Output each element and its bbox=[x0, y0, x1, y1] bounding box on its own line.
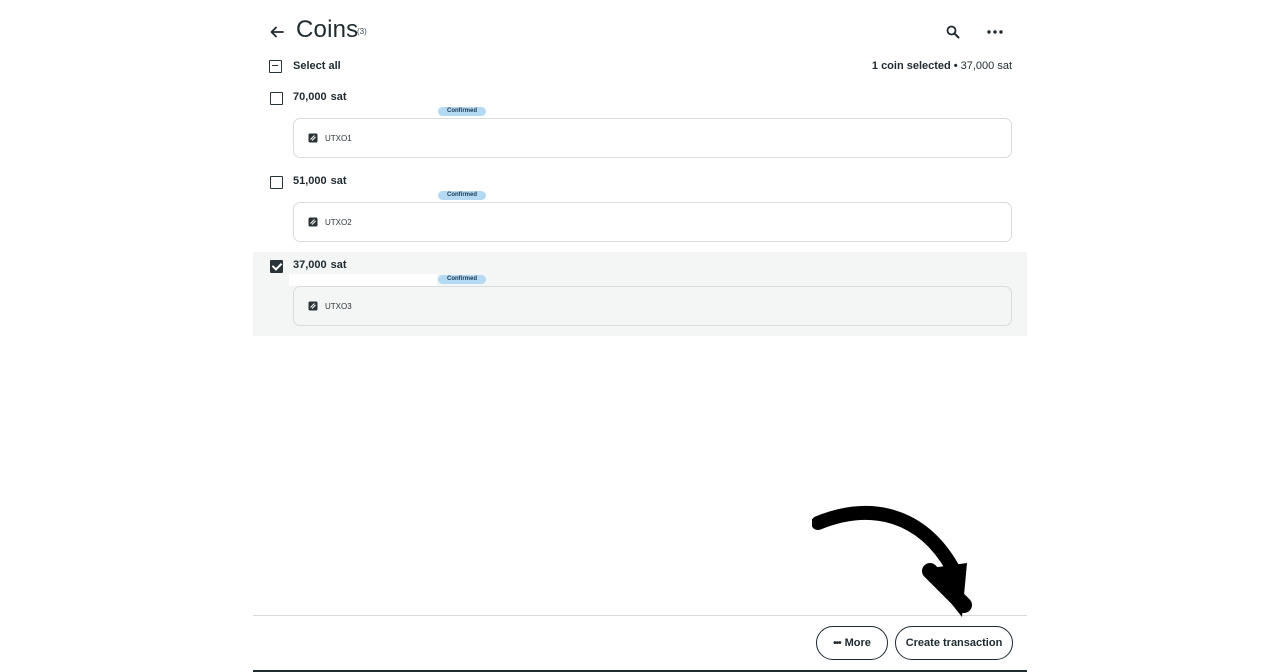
create-transaction-button[interactable]: Create transaction bbox=[895, 626, 1013, 660]
coin-row[interactable]: 51,000 sat Confirmed UTXO2 bbox=[253, 168, 1027, 252]
coin-label: UTXO1 bbox=[325, 133, 352, 143]
amount-unit: sat bbox=[330, 175, 347, 187]
coin-row[interactable]: 70,000 sat Confirmed UTXO1 bbox=[253, 84, 1027, 168]
select-all-checkbox[interactable] bbox=[269, 59, 282, 73]
status-badge: Confirmed bbox=[438, 275, 486, 284]
selected-count: 1 coin selected bbox=[871, 60, 951, 72]
summary-separator: • bbox=[953, 60, 958, 72]
coin-checkbox[interactable] bbox=[270, 260, 283, 273]
back-button[interactable] bbox=[267, 22, 287, 42]
coin-checkbox[interactable] bbox=[270, 92, 283, 105]
coin-amount: 70,000 sat bbox=[293, 91, 347, 103]
coin-checkbox[interactable] bbox=[270, 176, 283, 189]
amount-value: 51,000 bbox=[293, 175, 327, 187]
more-button-label: More bbox=[844, 637, 871, 649]
create-transaction-label: Create transaction bbox=[905, 637, 1003, 649]
status-badge: Confirmed bbox=[438, 191, 486, 200]
coin-amount: 37,000 sat bbox=[293, 259, 347, 271]
coin-amount: 51,000 sat bbox=[293, 175, 347, 187]
amount-value: 70,000 bbox=[293, 91, 327, 103]
more-options-button[interactable] bbox=[985, 22, 1005, 42]
annotation-arrow-icon bbox=[812, 506, 972, 617]
more-dots-icon: ••• bbox=[833, 637, 841, 649]
search-button[interactable] bbox=[943, 22, 963, 42]
label-tag-icon bbox=[308, 217, 318, 227]
selected-amount: 37,000 sat bbox=[960, 60, 1012, 72]
row-highlight-gap bbox=[289, 274, 437, 286]
coin-count: (3) bbox=[357, 27, 367, 36]
select-all-toggle[interactable]: Select all bbox=[269, 58, 341, 74]
amount-unit: sat bbox=[330, 259, 347, 271]
label-tag-icon bbox=[308, 301, 318, 311]
amount-unit: sat bbox=[330, 91, 347, 103]
search-icon bbox=[946, 25, 960, 39]
select-all-label: Select all bbox=[293, 60, 341, 72]
coin-label: UTXO2 bbox=[325, 217, 352, 227]
coin-row-selected[interactable]: 37,000 sat Confirmed UTXO3 bbox=[253, 252, 1027, 336]
coin-label: UTXO3 bbox=[325, 301, 352, 311]
arrow-left-icon bbox=[270, 26, 284, 38]
coin-label-field[interactable]: UTXO3 bbox=[293, 286, 1012, 326]
page-title: Coins bbox=[296, 16, 359, 43]
amount-value: 37,000 bbox=[293, 259, 327, 271]
label-tag-icon bbox=[308, 133, 318, 143]
selection-summary: 1 coin selected • 37,000 sat bbox=[872, 60, 1012, 72]
more-button[interactable]: ••• More bbox=[816, 626, 888, 660]
more-horizontal-icon bbox=[987, 30, 1003, 34]
header: Coins (3) bbox=[253, 0, 1027, 56]
status-badge: Confirmed bbox=[438, 107, 486, 116]
coin-label-field[interactable]: UTXO1 bbox=[293, 118, 1012, 158]
coin-label-field[interactable]: UTXO2 bbox=[293, 202, 1012, 242]
